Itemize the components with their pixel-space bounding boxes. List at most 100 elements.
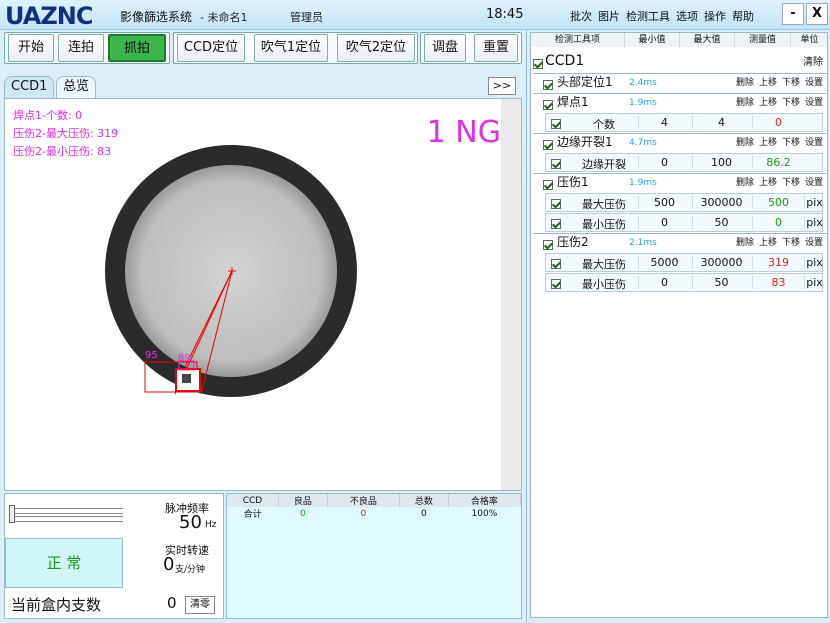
menu-batch[interactable]: 批次 (570, 8, 592, 24)
param-row[interactable]: 个数 4 4 0 (545, 113, 823, 132)
user-role[interactable]: 管理员 (290, 9, 323, 25)
move-up-button[interactable]: 上移 (759, 75, 777, 91)
close-button[interactable]: X (806, 3, 828, 25)
checkbox[interactable] (543, 99, 553, 110)
continuous-shot-button[interactable]: 连拍 (58, 34, 104, 62)
clear-count-button[interactable]: 清零 (185, 596, 215, 614)
settings-button[interactable]: 设置 (805, 135, 823, 151)
stats-header-row: CCD 良品 不良品 总数 合格率 (227, 494, 522, 507)
param-group-name: 头部定位1 (557, 75, 613, 89)
param-group[interactable]: 压伤1 1.9ms 删除 上移 下移 设置 (533, 173, 827, 191)
checkbox[interactable] (551, 279, 561, 289)
view-tabs: CCD1 总览 >> (4, 74, 522, 98)
pulse-frequency-unit: Hz (205, 520, 217, 530)
param-clear-button[interactable]: 清除 (803, 55, 823, 71)
menu-tools[interactable]: 检测工具 (626, 8, 670, 24)
move-down-button[interactable]: 下移 (782, 75, 800, 91)
move-up-button[interactable]: 上移 (759, 235, 777, 251)
frequency-slider-track[interactable] (9, 508, 123, 514)
adjust-disk-button[interactable]: 调盘 (424, 34, 466, 62)
move-down-button[interactable]: 下移 (782, 135, 800, 151)
delete-button[interactable]: 删除 (736, 235, 754, 251)
delete-button[interactable]: 删除 (736, 75, 754, 91)
param-row[interactable]: 最大压伤 500 300000 500 pix (545, 193, 823, 212)
checkbox[interactable] (543, 239, 553, 250)
param-group-name: 边缘开裂1 (557, 135, 613, 149)
frequency-slider-thumb[interactable] (9, 505, 15, 523)
param-max[interactable]: 50 (692, 276, 750, 289)
checkbox[interactable] (551, 159, 561, 169)
settings-button[interactable]: 设置 (805, 175, 823, 191)
param-min[interactable]: 0 (638, 216, 690, 229)
param-root-name: CCD1 (545, 53, 585, 69)
delete-button[interactable]: 删除 (736, 175, 754, 191)
stats-header: 不良品 (327, 494, 400, 507)
param-min[interactable]: 5000 (638, 256, 690, 269)
param-row[interactable]: 最小压伤 0 50 83 pix (545, 273, 823, 292)
param-min[interactable]: 0 (638, 156, 690, 169)
checkbox[interactable] (543, 179, 553, 190)
stats-header: CCD (227, 494, 279, 507)
menu-options[interactable]: 选项 (676, 8, 698, 24)
checkbox[interactable] (551, 219, 561, 229)
start-button[interactable]: 开始 (8, 34, 54, 62)
blow2-position-button[interactable]: 吹气2定位 (337, 34, 415, 62)
param-group-name: 压伤2 (557, 235, 589, 249)
param-group[interactable]: 焊点1 1.9ms 删除 上移 下移 设置 (533, 93, 827, 111)
reset-button[interactable]: 重置 (474, 34, 518, 62)
param-max[interactable]: 300000 (692, 196, 750, 209)
toolbar: 开始 连拍 抓拍 CCD定位 吹气1定位 吹气2定位 调盘 重置 (4, 32, 522, 66)
settings-button[interactable]: 设置 (805, 235, 823, 251)
param-header: 检测工具项 (531, 33, 625, 47)
move-down-button[interactable]: 下移 (782, 95, 800, 111)
clock: 18:45 (486, 7, 524, 22)
param-row[interactable]: 最大压伤 5000 300000 319 pix (545, 253, 823, 272)
delete-button[interactable]: 删除 (736, 135, 754, 151)
menu-image[interactable]: 图片 (598, 8, 620, 24)
marker-label-89: 89 (178, 353, 191, 364)
move-up-button[interactable]: 上移 (759, 95, 777, 111)
settings-button[interactable]: 设置 (805, 75, 823, 91)
tab-overview[interactable]: 总览 (56, 76, 97, 98)
menu-help[interactable]: 帮助 (732, 8, 754, 24)
checkbox[interactable] (543, 139, 553, 150)
inspection-result: 1 NG (426, 115, 501, 150)
param-min[interactable]: 0 (638, 276, 690, 289)
param-measured: 83 (752, 276, 804, 289)
checkbox[interactable] (551, 259, 561, 269)
param-max[interactable]: 300000 (692, 256, 750, 269)
minimize-button[interactable]: - (782, 3, 804, 25)
tab-ccd1[interactable]: CCD1 (4, 76, 55, 98)
param-group[interactable]: 边缘开裂1 4.7ms 删除 上移 下移 设置 (533, 133, 827, 151)
param-group[interactable]: 压伤2 2.1ms 删除 上移 下移 设置 (533, 233, 827, 251)
checkbox[interactable] (551, 119, 561, 129)
production-stats: CCD 良品 不良品 总数 合格率 合计 0 0 0 100% (226, 493, 522, 619)
delete-button[interactable]: 删除 (736, 95, 754, 111)
blow1-position-button[interactable]: 吹气1定位 (254, 34, 328, 62)
checkbox[interactable] (543, 79, 553, 90)
checkbox[interactable] (551, 199, 561, 209)
param-row[interactable]: 边缘开裂 0 100 86.2 (545, 153, 823, 172)
param-group-time: 4.7ms (629, 138, 657, 148)
ccd-position-button[interactable]: CCD定位 (177, 34, 245, 62)
param-measured: 500 (752, 196, 804, 209)
param-group[interactable]: 头部定位1 2.4ms 删除 上移 下移 设置 (533, 73, 827, 91)
settings-button[interactable]: 设置 (805, 95, 823, 111)
param-max[interactable]: 100 (692, 156, 750, 169)
param-min[interactable]: 500 (638, 196, 690, 209)
capture-button[interactable]: 抓拍 (108, 34, 166, 62)
menu-operate[interactable]: 操作 (704, 8, 726, 24)
move-up-button[interactable]: 上移 (759, 175, 777, 191)
param-row[interactable]: 最小压伤 0 50 0 pix (545, 213, 823, 232)
param-max[interactable]: 4 (692, 116, 750, 129)
checkbox[interactable] (533, 59, 543, 69)
move-down-button[interactable]: 下移 (782, 175, 800, 191)
param-min[interactable]: 4 (638, 116, 690, 129)
move-up-button[interactable]: 上移 (759, 135, 777, 151)
param-max[interactable]: 50 (692, 216, 750, 229)
camera-viewer[interactable]: 95 89 焊点1-个数: 0 压伤2-最大压伤: 319 压伤2-最小压伤: … (4, 98, 522, 491)
tab-next-button[interactable]: >> (488, 77, 516, 95)
stats-cell: 100% (471, 508, 498, 519)
stats-header: 总数 (399, 494, 449, 507)
move-down-button[interactable]: 下移 (782, 235, 800, 251)
